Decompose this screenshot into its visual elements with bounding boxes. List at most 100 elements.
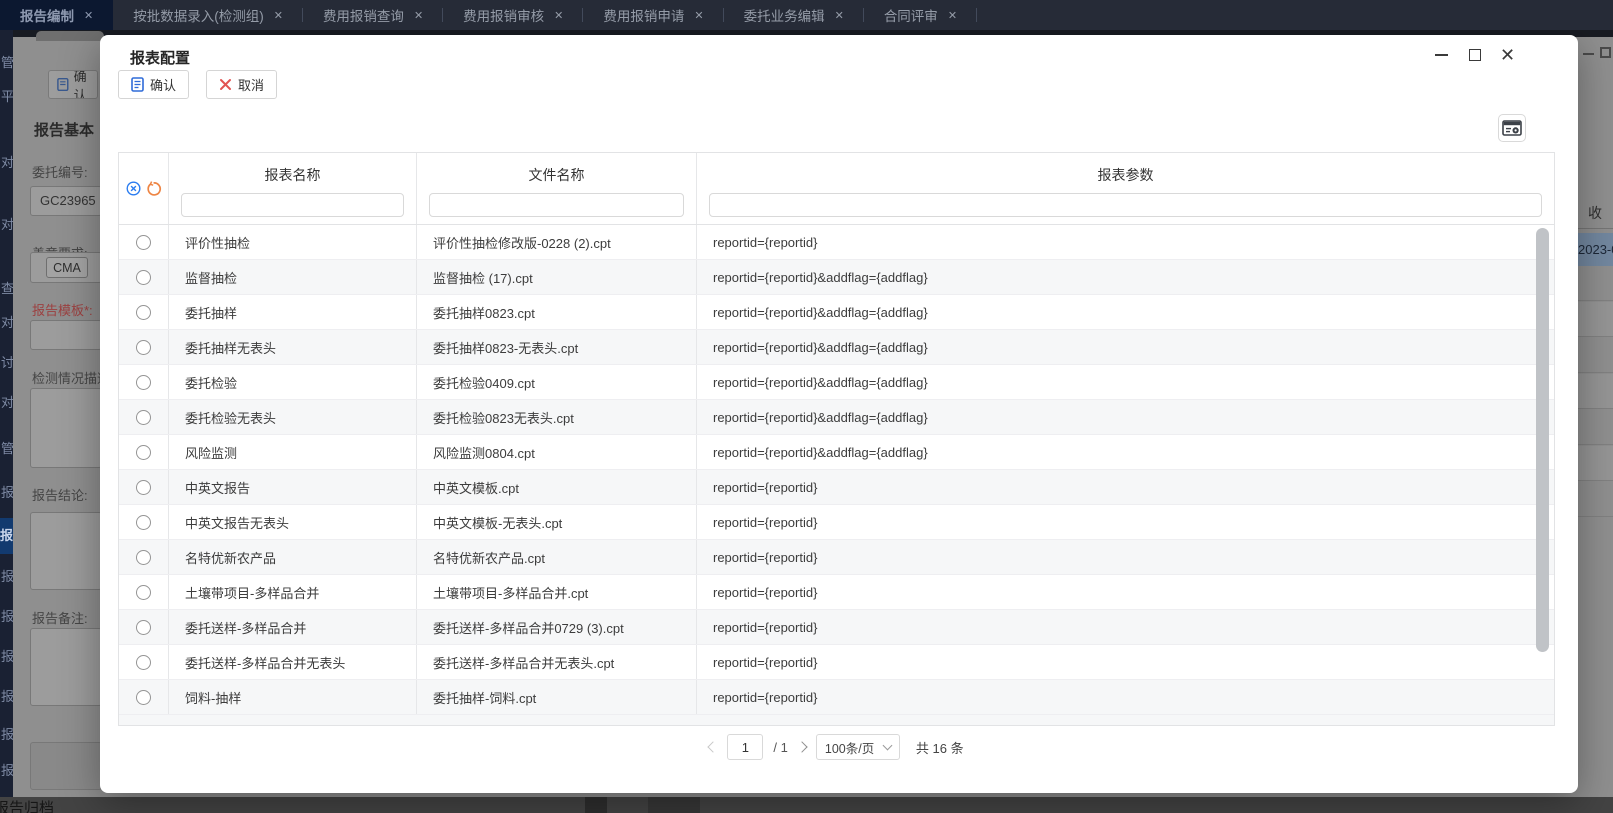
tab-close-icon[interactable]: ✕ (948, 9, 957, 22)
row-radio[interactable] (136, 445, 151, 460)
tab-label: 合同评审 (884, 5, 938, 25)
close-icon[interactable]: ✕ (1499, 47, 1516, 64)
sidebar-item: 报告 (0, 518, 13, 554)
report-params-cell: reportid={reportid} (697, 645, 1554, 679)
report-params-cell: reportid={reportid} (697, 470, 1554, 504)
sidebar-item: 查 (1, 278, 13, 296)
row-radio[interactable] (136, 375, 151, 390)
row-radio[interactable] (136, 480, 151, 495)
name-filter-input[interactable] (181, 193, 404, 217)
tab[interactable]: 报告编制 ✕ (0, 0, 113, 30)
file-name-cell: 委托抽样-饲料.cpt (417, 680, 697, 714)
selector-column-header (119, 153, 169, 224)
tab[interactable]: 费用报销查询 ✕ (303, 0, 443, 30)
conclusion-label: 报告结论: (32, 485, 102, 504)
row-radio[interactable] (136, 655, 151, 670)
table-row[interactable]: 委托送样-多样品合并无表头 委托送样-多样品合并无表头.cpt reportid… (119, 645, 1554, 680)
tab-label: 费用报销申请 (603, 5, 684, 25)
clear-filter-icon[interactable] (126, 181, 141, 196)
table-row[interactable]: 中英文报告 中英文模板.cpt reportid={reportid} (119, 470, 1554, 505)
sidebar-item: 报 (1, 482, 13, 500)
minimize-icon[interactable] (1433, 47, 1450, 64)
file-name-cell: 中英文模板.cpt (417, 470, 697, 504)
remark-label: 报告备注: (32, 608, 102, 627)
table-row[interactable]: 委托检验 委托检验0409.cpt reportid={reportid}&ad… (119, 365, 1554, 400)
row-radio[interactable] (136, 270, 151, 285)
next-page-icon[interactable] (796, 741, 807, 752)
params-filter-input[interactable] (709, 193, 1542, 217)
window-controls: ✕ (1433, 46, 1516, 64)
tab[interactable]: 按批数据录入(检测组) ✕ (113, 0, 303, 30)
page-size-select[interactable]: 100条/页 (816, 734, 900, 760)
file-name-cell: 中英文模板-无表头.cpt (417, 505, 697, 539)
table-row[interactable]: 土壤带项目-多样品合并 土壤带项目-多样品合并.cpt reportid={re… (119, 575, 1554, 610)
table-scrollbar-thumb[interactable] (1536, 228, 1549, 652)
table-row[interactable]: 监督抽检 监督抽检 (17).cpt reportid={reportid}&a… (119, 260, 1554, 295)
row-radio[interactable] (136, 585, 151, 600)
file-name-cell: 土壤带项目-多样品合并.cpt (417, 575, 697, 609)
table-row[interactable]: 委托抽样 委托抽样0823.cpt reportid={reportid}&ad… (119, 295, 1554, 330)
tab[interactable]: 合同评审 ✕ (864, 0, 977, 30)
report-name-cell: 委托检验无表头 (169, 400, 417, 434)
table-row[interactable]: 委托抽样无表头 委托抽样0823-无表头.cpt reportid={repor… (119, 330, 1554, 365)
file-name-cell: 委托检验0409.cpt (417, 365, 697, 399)
confirm-button[interactable]: 确认 (118, 70, 189, 99)
row-radio[interactable] (136, 515, 151, 530)
table-row[interactable]: 委托送样-多样品合并 委托送样-多样品合并0729 (3).cpt report… (119, 610, 1554, 645)
tab-close-icon[interactable]: ✕ (84, 9, 93, 22)
right-column-header: 收 (1588, 203, 1602, 223)
sidebar-item: 对 (1, 312, 13, 330)
row-radio[interactable] (136, 305, 151, 320)
table-row (1578, 338, 1613, 373)
report-name-cell: 委托抽样无表头 (169, 330, 417, 364)
report-params-cell: reportid={reportid} (697, 680, 1554, 714)
table-row[interactable]: 风险监测 风险监测0804.cpt reportid={reportid}&ad… (119, 435, 1554, 470)
page-number-input[interactable] (727, 734, 763, 760)
column-settings-button[interactable] (1498, 114, 1526, 142)
maximize-icon[interactable] (1466, 47, 1483, 64)
table-row[interactable]: 饲料-抽样 委托抽样-饲料.cpt reportid={reportid} (119, 680, 1554, 715)
file-name-cell: 委托送样-多样品合并无表头.cpt (417, 645, 697, 679)
row-radio[interactable] (136, 340, 151, 355)
file-name-cell: 委托抽样0823-无表头.cpt (417, 330, 697, 364)
row-radio[interactable] (136, 550, 151, 565)
tab-close-icon[interactable]: ✕ (694, 9, 703, 22)
chevron-down-icon (882, 741, 892, 751)
tab-label: 按批数据录入(检测组) (133, 5, 264, 25)
table-row (1578, 446, 1613, 481)
pagination-bar: / 1 100条/页 共 16 条 (118, 727, 1555, 767)
test-desc-label: 检测情况描述 (32, 368, 102, 387)
row-radio[interactable] (136, 235, 151, 250)
prev-page-icon[interactable] (708, 741, 719, 752)
row-radio[interactable] (136, 620, 151, 635)
file-filter-input[interactable] (429, 193, 684, 217)
tab[interactable]: 委托业务编辑 ✕ (724, 0, 864, 30)
file-name-cell: 委托送样-多样品合并0729 (3).cpt (417, 610, 697, 644)
total-count-label: 共 16 条 (916, 738, 964, 757)
background-right-table: 收 2023-0 (1578, 37, 1613, 797)
report-params-cell: reportid={reportid}&addflag={addflag} (697, 260, 1554, 294)
tab-close-icon[interactable]: ✕ (274, 9, 283, 22)
sidebar-item: 讨 (1, 352, 13, 370)
cancel-button[interactable]: 取消 (206, 70, 277, 99)
table-row[interactable]: 委托检验无表头 委托检验0823无表头.cpt reportid={report… (119, 400, 1554, 435)
background-mark (585, 797, 607, 813)
refresh-icon[interactable] (146, 181, 162, 197)
table-row[interactable]: 中英文报告无表头 中英文模板-无表头.cpt reportid={reporti… (119, 505, 1554, 540)
row-radio[interactable] (136, 410, 151, 425)
report-template-label: 报告模板*: (32, 300, 102, 319)
tab[interactable]: 费用报销申请 ✕ (583, 0, 723, 30)
tab[interactable]: 费用报销审核 ✕ (443, 0, 583, 30)
tab-close-icon[interactable]: ✕ (414, 9, 423, 22)
report-name-cell: 委托送样-多样品合并无表头 (169, 645, 417, 679)
tab-close-icon[interactable]: ✕ (835, 9, 844, 22)
tab-close-icon[interactable]: ✕ (554, 9, 563, 22)
tab-label: 委托业务编辑 (744, 5, 825, 25)
column-header-params: 报表参数 (697, 153, 1554, 224)
row-radio[interactable] (136, 690, 151, 705)
report-config-dialog: 报表配置 ✕ 确认 取消 报表名称 (100, 35, 1578, 793)
dialog-toolbar: 确认 取消 (118, 70, 277, 99)
table-header: 报表名称 文件名称 报表参数 (119, 153, 1554, 225)
table-row[interactable]: 名特优新农产品 名特优新农产品.cpt reportid={reportid} (119, 540, 1554, 575)
table-row[interactable]: 评价性抽检 评价性抽检修改版-0228 (2).cpt reportid={re… (119, 225, 1554, 260)
